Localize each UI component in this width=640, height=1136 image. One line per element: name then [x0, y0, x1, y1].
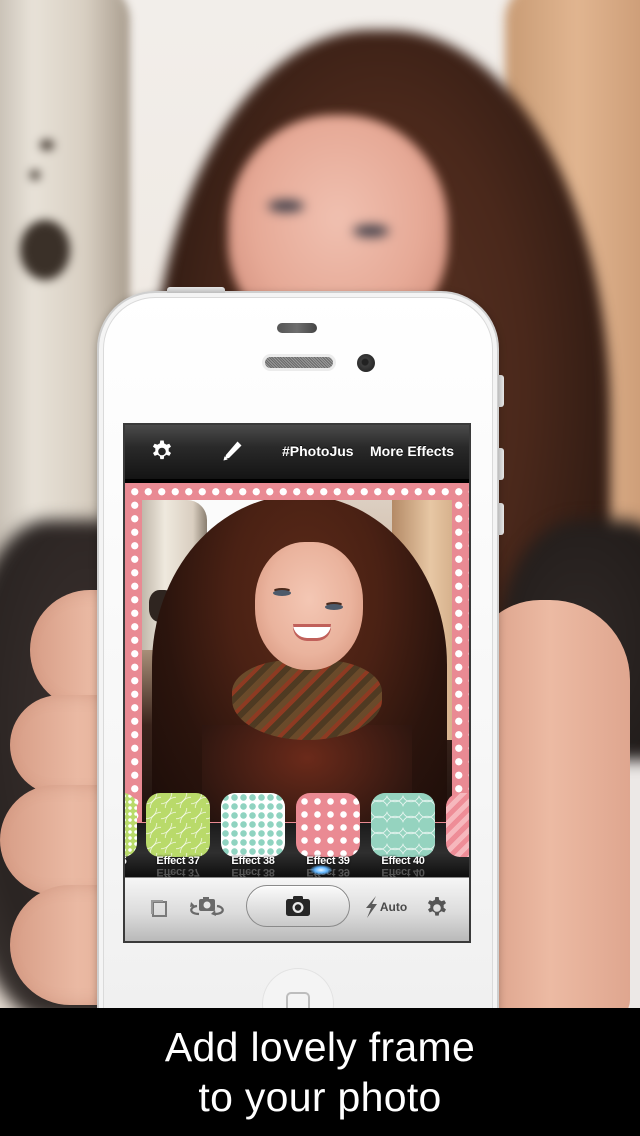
- top-toolbar: #PhotoJus More Effects: [125, 425, 469, 479]
- more-effects-button[interactable]: More Effects: [370, 443, 454, 459]
- effect-label: Effect 36: [125, 855, 142, 867]
- proximity-sensor: [277, 323, 317, 333]
- camera-settings-button[interactable]: [423, 894, 451, 922]
- frame-preview[interactable]: [125, 483, 469, 823]
- flash-mode-label: Auto: [379, 900, 408, 914]
- power-button: [167, 287, 225, 293]
- volume-button: [498, 503, 504, 535]
- caption-line-2: to your photo: [198, 1074, 442, 1120]
- effect-label: Eff: [441, 855, 469, 867]
- effect-thumbnail[interactable]: [146, 793, 210, 857]
- earpiece-speaker: [265, 357, 333, 368]
- gear-icon: [427, 897, 446, 916]
- caption-line-1: Add lovely frame: [164, 1024, 476, 1070]
- selected-indicator: [310, 865, 332, 875]
- iphone-device: #PhotoJus More Effects Effect 37 Effect …: [97, 287, 504, 1051]
- app-screen: #PhotoJus More Effects Effect 37 Effect …: [123, 423, 471, 943]
- photojus-hashtag-button[interactable]: #PhotoJus: [282, 443, 354, 459]
- volume-button: [498, 448, 504, 480]
- shutter-button[interactable]: [246, 885, 350, 927]
- effect-thumbnail-selected[interactable]: [296, 793, 360, 857]
- promo-caption: Add lovely frame to your photo: [0, 1008, 640, 1136]
- effects-carousel[interactable]: Effect 36 Effect 37 Effect 37 Effect 38 …: [125, 793, 469, 878]
- effect-thumbnail[interactable]: [221, 793, 285, 857]
- effect-thumbnail[interactable]: [446, 793, 469, 857]
- flash-icon: [365, 896, 377, 918]
- switch-camera-icon: [190, 897, 224, 916]
- edit-button[interactable]: [219, 438, 245, 464]
- bottom-toolbar: Auto: [125, 877, 469, 941]
- switch-camera-button[interactable]: [183, 892, 231, 922]
- camera-preview-photo: [142, 500, 452, 822]
- pencil-icon: [223, 441, 242, 461]
- gear-icon: [152, 440, 171, 460]
- effect-thumbnail[interactable]: [371, 793, 435, 857]
- gallery-icon: [151, 900, 167, 917]
- flash-mode-button[interactable]: Auto: [359, 894, 411, 920]
- front-camera: [357, 354, 375, 372]
- gallery-button[interactable]: [145, 894, 173, 922]
- volume-button: [498, 375, 504, 407]
- camera-icon: [286, 896, 310, 916]
- effect-thumbnail[interactable]: [125, 793, 137, 857]
- settings-button[interactable]: [149, 438, 175, 464]
